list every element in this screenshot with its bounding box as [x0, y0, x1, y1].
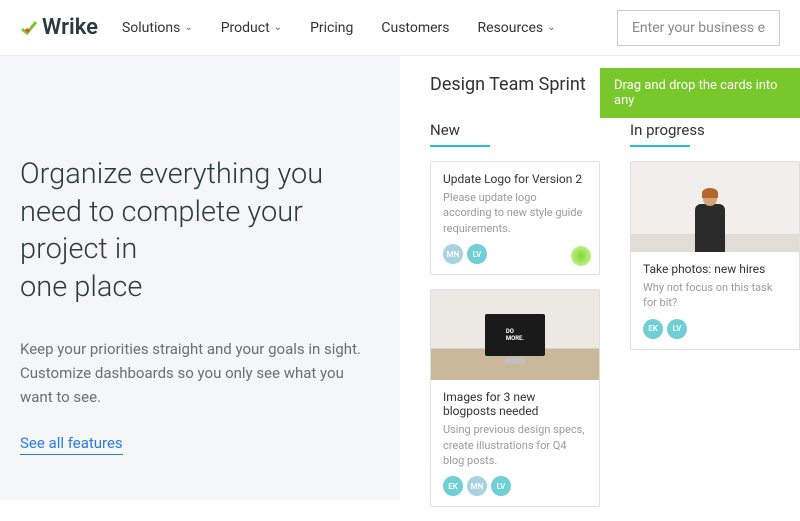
card-avatars: MN LV — [443, 244, 587, 264]
board-panel: Design Team Sprint Drag and drop the car… — [400, 56, 800, 500]
hero-panel: Organize everything you need to complete… — [0, 56, 400, 500]
nav-resources[interactable]: Resources⌄ — [478, 20, 556, 36]
avatar[interactable]: LV — [467, 244, 487, 264]
main-content: Organize everything you need to complete… — [0, 56, 800, 500]
nav-customers[interactable]: Customers — [381, 20, 449, 36]
task-card[interactable]: Update Logo for Version 2 Please update … — [430, 161, 600, 275]
task-card[interactable]: Take photos: new hires Why not focus on … — [630, 161, 800, 350]
avatar[interactable]: LV — [491, 476, 511, 496]
card-title: Images for 3 new blogposts needed — [443, 390, 587, 418]
card-description: Why not focus on this task for bit? — [643, 280, 787, 311]
see-all-features-link[interactable]: See all features — [20, 434, 123, 455]
avatar[interactable]: EK — [443, 476, 463, 496]
search-input[interactable]: Enter your business e — [617, 10, 780, 46]
card-image: DOMORE. — [431, 290, 599, 380]
column-in-progress: In progress Take photos: new hires Why n… — [630, 121, 800, 521]
card-avatars: EK MN LV — [443, 476, 587, 496]
card-avatars: EK LV — [643, 319, 787, 339]
chevron-down-icon: ⌄ — [547, 22, 555, 33]
hero-headline: Organize everything you need to complete… — [20, 156, 380, 307]
column-new: New Update Logo for Version 2 Please upd… — [430, 121, 600, 521]
card-title: Take photos: new hires — [643, 262, 787, 276]
pulse-indicator-icon — [571, 246, 591, 266]
main-nav: Solutions⌄ Product⌄ Pricing Customers Re… — [122, 20, 617, 36]
hero-subtext: Keep your priorities straight and your g… — [20, 337, 370, 409]
card-description: Using previous design specs, create illu… — [443, 422, 587, 468]
avatar[interactable]: LV — [667, 319, 687, 339]
avatar[interactable]: MN — [443, 244, 463, 264]
avatar[interactable]: MN — [467, 476, 487, 496]
chevron-down-icon: ⌄ — [184, 22, 192, 33]
logo[interactable]: Wrike — [20, 15, 98, 40]
logo-text: Wrike — [42, 15, 98, 40]
main-header: Wrike Solutions⌄ Product⌄ Pricing Custom… — [0, 0, 800, 56]
column-title: In progress — [630, 121, 800, 139]
column-underline — [430, 145, 490, 147]
column-underline — [630, 145, 690, 147]
task-card[interactable]: DOMORE. Images for 3 new blogposts neede… — [430, 289, 600, 507]
logo-icon — [20, 19, 38, 37]
column-title: New — [430, 121, 600, 139]
chevron-down-icon: ⌄ — [274, 22, 282, 33]
nav-pricing[interactable]: Pricing — [310, 20, 353, 36]
nav-solutions[interactable]: Solutions⌄ — [122, 20, 193, 36]
nav-product[interactable]: Product⌄ — [221, 20, 282, 36]
card-description: Please update logo according to new styl… — [443, 190, 587, 236]
card-image — [631, 162, 799, 252]
drag-drop-banner: Drag and drop the cards into any — [600, 68, 800, 118]
board-columns: New Update Logo for Version 2 Please upd… — [430, 121, 800, 521]
card-title: Update Logo for Version 2 — [443, 172, 587, 186]
avatar[interactable]: EK — [643, 319, 663, 339]
